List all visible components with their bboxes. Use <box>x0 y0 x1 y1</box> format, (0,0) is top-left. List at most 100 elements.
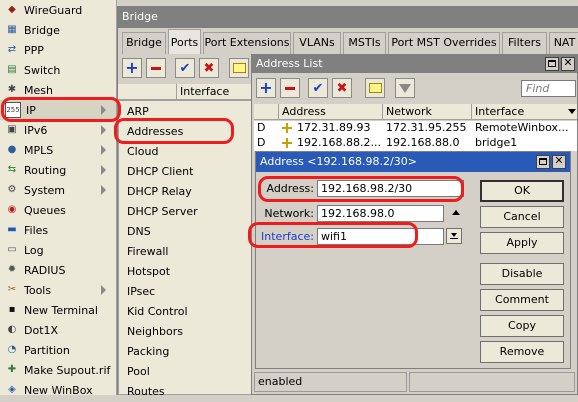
disable-button[interactable]: Disable <box>480 263 564 285</box>
remove-button[interactable]: Remove <box>480 341 564 363</box>
funnel-icon <box>399 83 411 93</box>
log-icon: ▭ <box>7 244 17 255</box>
submenu-item-cloud[interactable]: Cloud <box>119 142 251 162</box>
column-interface[interactable]: Interface <box>472 104 567 120</box>
interface-dropdown-button[interactable] <box>446 228 462 244</box>
sidebar-item-mpls[interactable]: ● MPLS <box>0 140 116 160</box>
enable-button[interactable]: ✔ <box>175 58 195 78</box>
submenu-item-pool[interactable]: Pool <box>119 362 251 382</box>
tab-nat[interactable]: NAT <box>549 32 578 54</box>
table-row[interactable]: D 172.31.89.93 172.31.95.255 RemoteWinbox..… <box>254 121 577 136</box>
submenu-item-packing[interactable]: Packing <box>119 342 251 362</box>
column-network[interactable]: Network <box>383 104 472 120</box>
sidebar-item-label: IP <box>26 103 36 117</box>
column-flags[interactable] <box>254 104 279 120</box>
main-menu: ◆ WireGuard ▦ Bridge ⇄ PPP ▤ Switch ✱ Mesh 255 IP ▣ I… <box>0 0 117 397</box>
sidebar-item-make-supout-rif[interactable]: ✚ Make Supout.rif <box>0 360 116 380</box>
column-menu-icon[interactable] <box>568 109 576 114</box>
submenu-item-ipsec[interactable]: IPsec <box>119 282 251 302</box>
close-icon: ✕ <box>563 56 573 69</box>
submenu-item-firewall[interactable]: Firewall <box>119 242 251 262</box>
submenu-item-hotspot[interactable]: Hotspot <box>119 262 251 282</box>
row-address: 172.31.89.93 <box>297 121 371 134</box>
submenu-item-dns[interactable]: DNS <box>119 222 251 242</box>
comment-address-button[interactable] <box>365 78 385 98</box>
sidebar-item-new-winbox[interactable]: ◈ New WinBox <box>0 380 116 400</box>
disable-address-button[interactable]: ✖ <box>332 78 352 98</box>
find-input[interactable]: Find <box>521 80 576 97</box>
submenu-item-neighbors[interactable]: Neighbors <box>119 322 251 342</box>
submenu-item-dhcp-server[interactable]: DHCP Server <box>119 202 251 222</box>
tab-bridge[interactable]: Bridge <box>122 32 166 54</box>
sidebar-item-files[interactable]: ▬ Files <box>0 220 116 240</box>
address-field[interactable]: 192.168.98.2/30 <box>317 180 464 197</box>
sidebar-item-label: Partition <box>24 343 70 357</box>
tab-mstis[interactable]: MSTIs <box>343 32 386 54</box>
sidebar-item-ipv6[interactable]: ▣ IPv6 <box>0 120 116 140</box>
maximize-button[interactable] <box>545 57 559 71</box>
sidebar-item-system[interactable]: ⚙ System <box>0 180 116 200</box>
queues-icon: ◉ <box>7 204 17 215</box>
comment-button[interactable] <box>229 58 249 78</box>
tab-port-mst-overrides[interactable]: Port MST Overrides <box>388 32 500 54</box>
tab-port-extensions[interactable]: Port Extensions <box>203 32 291 54</box>
sidebar-item-label: System <box>24 183 66 197</box>
column-interface[interactable]: Interface <box>176 84 252 99</box>
sidebar-item-switch[interactable]: ▤ Switch <box>0 60 116 80</box>
sidebar-item-new-terminal[interactable]: ▪ New Terminal <box>0 300 116 320</box>
partition-icon: ◔ <box>7 344 17 355</box>
radius-icon: ✹ <box>7 264 17 275</box>
enable-address-button[interactable]: ✔ <box>308 78 328 98</box>
submenu-item-addresses[interactable]: Addresses <box>119 122 251 142</box>
row-network: 172.31.95.255 <box>386 121 467 134</box>
sidebar-item-log[interactable]: ▭ Log <box>0 240 116 260</box>
sidebar-item-dot1x[interactable]: ◐ Dot1X <box>0 320 116 340</box>
ok-button[interactable]: OK <box>480 180 564 202</box>
address-table-header: Address Network Interface <box>254 104 577 120</box>
add-address-button[interactable]: + <box>256 78 276 98</box>
sidebar-item-queues[interactable]: ◉ Queues <box>0 200 116 220</box>
submenu-item-dhcp-relay[interactable]: DHCP Relay <box>119 182 251 202</box>
sidebar-item-wireguard[interactable]: ◆ WireGuard <box>0 0 116 20</box>
dialog-maximize-button[interactable] <box>536 155 550 169</box>
sidebar-item-bridge[interactable]: ▦ Bridge <box>0 20 116 40</box>
network-field[interactable]: 192.168.98.0 <box>317 205 444 222</box>
cancel-button[interactable]: Cancel <box>480 206 564 228</box>
sidebar-item-ppp[interactable]: ⇄ PPP <box>0 40 116 60</box>
submenu-item-routes[interactable]: Routes <box>119 382 251 402</box>
row-interface: RemoteWinbox... <box>475 121 569 134</box>
tab-ports[interactable]: Ports <box>168 29 201 54</box>
tab-vlans[interactable]: VLANs <box>293 32 341 54</box>
comment-button[interactable]: Comment <box>480 289 564 311</box>
dialog-close-button[interactable]: ✕ <box>552 154 566 169</box>
copy-button[interactable]: Copy <box>480 315 564 337</box>
disable-button[interactable]: ✖ <box>199 58 219 78</box>
tab-filters[interactable]: Filters <box>502 32 547 54</box>
remove-button[interactable] <box>146 58 166 78</box>
submenu-item-kid-control[interactable]: Kid Control <box>119 302 251 322</box>
column-address[interactable]: Address <box>279 104 383 120</box>
network-collapse-icon[interactable] <box>452 210 460 215</box>
close-button[interactable]: ✕ <box>561 56 575 71</box>
sidebar-item-mesh[interactable]: ✱ Mesh <box>0 80 116 100</box>
sidebar-item-routing[interactable]: ⇆ Routing <box>0 160 116 180</box>
add-button[interactable]: + <box>122 58 142 78</box>
dot1x-icon: ◐ <box>7 324 17 335</box>
table-row[interactable]: D 192.168.88.2... 192.168.88.0 bridge1 <box>254 136 577 151</box>
sidebar-item-partition[interactable]: ◔ Partition <box>0 340 116 360</box>
sidebar-item-label: Make Supout.rif <box>24 363 111 377</box>
sidebar-item-label: MPLS <box>24 143 54 157</box>
submenu-arrow-icon <box>101 125 106 135</box>
remove-address-button[interactable] <box>280 78 300 98</box>
filter-button[interactable] <box>395 78 415 98</box>
apply-button[interactable]: Apply <box>480 232 564 254</box>
sidebar-item-label: RADIUS <box>24 263 66 277</box>
submenu-item-dhcp-client[interactable]: DHCP Client <box>119 162 251 182</box>
interface-select[interactable]: wifi1 <box>317 228 444 245</box>
submenu-item-arp[interactable]: ARP <box>119 102 251 122</box>
ipv6-icon: ▣ <box>7 124 17 135</box>
sidebar-item-radius[interactable]: ✹ RADIUS <box>0 260 116 280</box>
row-network: 192.168.88.0 <box>386 136 460 149</box>
sidebar-item-tools[interactable]: ✂ Tools <box>0 280 116 300</box>
sidebar-item-ip[interactable]: 255 IP <box>0 100 116 120</box>
